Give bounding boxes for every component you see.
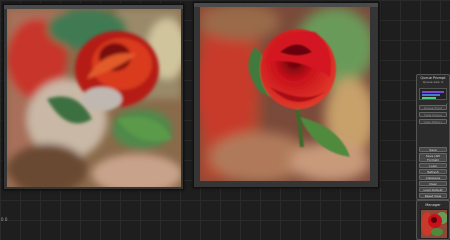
refresh-button[interactable]: Refresh (419, 169, 447, 174)
left-image-node[interactable] (3, 4, 184, 190)
clear-button[interactable]: Clear (419, 181, 447, 186)
right-image-preview (200, 7, 370, 181)
left-image-preview (7, 9, 181, 187)
load-button[interactable]: Load (419, 163, 447, 168)
manager-button[interactable]: Manager (417, 203, 449, 207)
save-api-button[interactable]: Save (API Format) (419, 153, 447, 162)
reset-view-button[interactable]: Reset View (419, 193, 447, 198)
view-history-button[interactable]: View History (419, 119, 447, 124)
corner-coordinates: 0 0 (1, 217, 8, 222)
view-queue-button[interactable]: View Queue (419, 112, 447, 117)
queue-front-button[interactable]: Queue Front (419, 105, 447, 110)
clipspace-button[interactable]: Clipspace (419, 175, 447, 180)
save-button[interactable]: Save (419, 147, 447, 152)
manager-panel: Manager (416, 200, 450, 240)
load-default-button[interactable]: Load Default (419, 187, 447, 192)
extra-options-box (419, 88, 447, 100)
queue-size-label: Queue size: 0 (422, 80, 444, 84)
manager-thumbnail[interactable] (420, 209, 448, 239)
right-image-node[interactable] (193, 2, 379, 188)
queue-panel: Queue Prompt Queue size: 0 ✓ Queue Front… (416, 74, 450, 200)
